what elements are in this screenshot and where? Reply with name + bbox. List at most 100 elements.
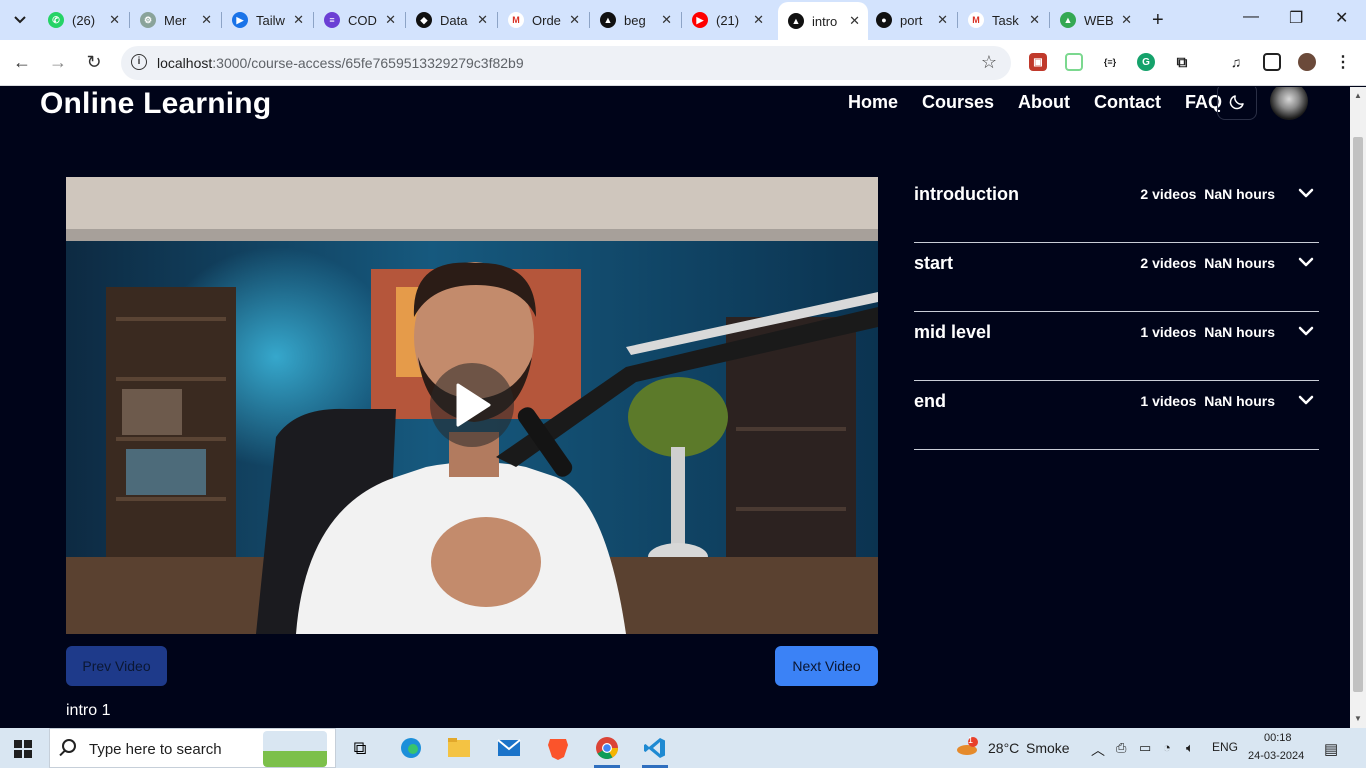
browser-menu-icon[interactable]: ⋮ xyxy=(1334,53,1352,71)
close-tab-icon[interactable]: ✕ xyxy=(937,12,948,28)
extension-2-icon[interactable] xyxy=(1065,53,1083,71)
extension-1-icon[interactable]: ▣ xyxy=(1029,53,1047,71)
language-indicator[interactable]: ENG xyxy=(1212,740,1238,754)
tab-favicon-icon: ● xyxy=(876,12,892,28)
side-panel-icon[interactable] xyxy=(1263,53,1281,71)
mail-icon[interactable] xyxy=(494,734,524,762)
chevron-down-icon[interactable] xyxy=(1297,322,1315,340)
weather-temp[interactable]: 28°C xyxy=(988,740,1019,756)
close-tab-icon[interactable]: ✕ xyxy=(109,12,120,28)
chevron-down-icon[interactable] xyxy=(1297,391,1315,409)
next-video-button[interactable]: Next Video xyxy=(775,646,878,686)
section-mid-level[interactable]: mid level 1 videos NaN hours xyxy=(914,312,1319,381)
nav-courses-link[interactable]: Courses xyxy=(922,92,994,113)
chrome-icon[interactable] xyxy=(592,734,622,768)
tab-search-icon[interactable] xyxy=(7,8,33,32)
restore-icon[interactable]: ❐ xyxy=(1289,8,1303,28)
close-tab-icon[interactable]: ✕ xyxy=(201,12,212,28)
browser-tab[interactable]: ≡ COD ✕ xyxy=(314,6,404,34)
scrollbar-thumb[interactable] xyxy=(1353,137,1363,692)
battery-icon[interactable]: ▭ xyxy=(1139,740,1151,756)
weather-icon[interactable] xyxy=(956,736,978,761)
close-tab-icon[interactable]: ✕ xyxy=(1121,12,1132,28)
task-view-icon[interactable]: ⧉ xyxy=(345,734,375,762)
wifi-icon[interactable]: ◔ xyxy=(1163,740,1171,755)
chevron-down-icon[interactable] xyxy=(1297,184,1315,202)
browser-tab[interactable]: ▶ (21) ✕ xyxy=(682,6,772,34)
theme-toggle-button[interactable] xyxy=(1217,87,1257,120)
edge-icon[interactable] xyxy=(396,734,426,762)
browser-tab[interactable]: M Task ✕ xyxy=(958,6,1048,34)
windows-start-icon[interactable] xyxy=(14,740,32,758)
back-icon[interactable]: ← xyxy=(12,52,32,73)
scroll-up-icon[interactable]: ▲ xyxy=(1354,91,1362,100)
forward-icon[interactable]: → xyxy=(48,52,68,73)
browser-tab[interactable]: ▲ WEB ✕ xyxy=(1050,6,1140,34)
tab-title: beg xyxy=(624,12,646,28)
section-start[interactable]: start 2 videos NaN hours xyxy=(914,243,1319,312)
weather-text[interactable]: Smoke xyxy=(1026,740,1070,756)
section-name: mid level xyxy=(914,322,992,342)
clock-time[interactable]: 00:18 xyxy=(1264,732,1292,744)
user-avatar[interactable] xyxy=(1270,87,1308,120)
browser-tab[interactable]: ▶ Tailw ✕ xyxy=(222,6,312,34)
meet-now-icon[interactable]: ⎙ xyxy=(1116,740,1126,756)
browser-tab[interactable]: ● port ✕ xyxy=(866,6,956,34)
file-explorer-icon[interactable] xyxy=(444,734,474,762)
extensions-puzzle-icon[interactable]: ⧉ xyxy=(1173,53,1191,71)
scroll-down-icon[interactable]: ▼ xyxy=(1354,714,1362,723)
close-tab-icon[interactable]: ✕ xyxy=(477,12,488,28)
section-name: end xyxy=(914,391,947,411)
minimize-icon[interactable]: — xyxy=(1243,8,1259,26)
tab-title: Tailw xyxy=(256,12,285,28)
close-tab-icon[interactable]: ✕ xyxy=(569,12,580,28)
json-extension-icon[interactable]: {≡} xyxy=(1101,53,1119,71)
media-control-icon[interactable]: ♫ xyxy=(1227,53,1245,71)
section-video-count: 2 videos xyxy=(1140,255,1197,271)
new-tab-button[interactable]: + xyxy=(1152,10,1164,30)
close-tab-icon[interactable]: ✕ xyxy=(1029,12,1040,28)
close-tab-icon[interactable]: ✕ xyxy=(385,12,396,28)
prev-video-button[interactable]: Prev Video xyxy=(66,646,167,686)
page-scrollbar[interactable]: ▲ ▼ xyxy=(1350,87,1366,728)
tab-favicon-icon: ▲ xyxy=(600,12,616,28)
site-brand[interactable]: Online Learning xyxy=(40,87,271,121)
close-window-icon[interactable]: ✕ xyxy=(1335,8,1348,28)
nav-about-link[interactable]: About xyxy=(1018,92,1070,113)
tab-favicon-icon: ✆ xyxy=(48,12,64,28)
clock-date[interactable]: 24-03-2024 xyxy=(1248,750,1304,762)
bookmark-star-icon[interactable]: ☆ xyxy=(981,52,997,73)
address-bar[interactable]: i localhost:3000/course-access/65fe76595… xyxy=(121,46,1011,80)
close-tab-icon[interactable]: ✕ xyxy=(661,12,672,28)
volume-icon[interactable]: 🔈︎ xyxy=(1186,740,1194,756)
url-text[interactable]: localhost:3000/course-access/65fe7659513… xyxy=(157,55,524,71)
nav-home-link[interactable]: Home xyxy=(848,92,898,113)
taskbar-search[interactable]: Type here to search xyxy=(49,728,336,768)
grammarly-icon[interactable]: G xyxy=(1137,53,1155,71)
close-tab-icon[interactable]: ✕ xyxy=(849,13,860,29)
section-end[interactable]: end 1 videos NaN hours xyxy=(914,381,1319,450)
close-tab-icon[interactable]: ✕ xyxy=(293,12,304,28)
nav-contact-link[interactable]: Contact xyxy=(1094,92,1161,113)
browser-tab[interactable]: ◆ Data ✕ xyxy=(406,6,496,34)
moon-icon xyxy=(1229,94,1244,109)
chevron-down-icon[interactable] xyxy=(1297,253,1315,271)
vscode-icon[interactable] xyxy=(640,734,670,768)
browser-tab[interactable]: ⚙ Mer ✕ xyxy=(130,6,220,34)
tab-favicon-icon: ▶ xyxy=(232,12,248,28)
section-introduction[interactable]: introduction 2 videos NaN hours xyxy=(914,174,1319,243)
browser-tab[interactable]: ✆ (26) ✕ xyxy=(38,6,128,34)
show-hidden-icons-icon[interactable]: ︿ xyxy=(1091,740,1105,760)
site-info-icon[interactable]: i xyxy=(131,54,147,70)
browser-tab[interactable]: ▲ intro ✕ xyxy=(778,2,868,40)
browser-tab[interactable]: M Orde ✕ xyxy=(498,6,588,34)
tab-title: Data xyxy=(440,12,468,28)
notifications-icon[interactable]: ▤ xyxy=(1324,740,1338,758)
profile-avatar-icon[interactable] xyxy=(1298,53,1316,71)
video-player[interactable] xyxy=(66,177,878,634)
reload-icon[interactable]: ↻ xyxy=(84,52,104,73)
close-tab-icon[interactable]: ✕ xyxy=(753,12,764,28)
play-button[interactable] xyxy=(430,363,514,447)
brave-icon[interactable] xyxy=(543,734,573,762)
browser-tab[interactable]: ▲ beg ✕ xyxy=(590,6,680,34)
